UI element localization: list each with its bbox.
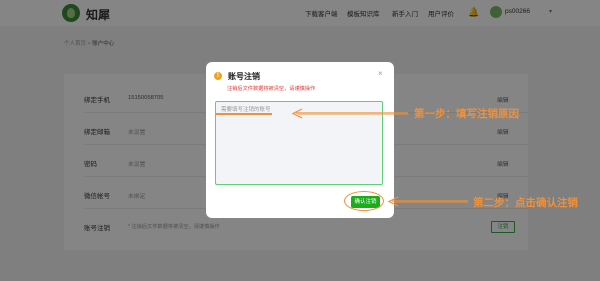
- annotation-arrow-step1: [291, 108, 408, 119]
- annotation-arrow-step2: [387, 196, 468, 207]
- annotation-step2: 第二步：点击确认注销: [473, 197, 578, 209]
- annotation-step1: 第一步：填写注销原因: [414, 108, 519, 120]
- annotation-arrows: [291, 108, 468, 207]
